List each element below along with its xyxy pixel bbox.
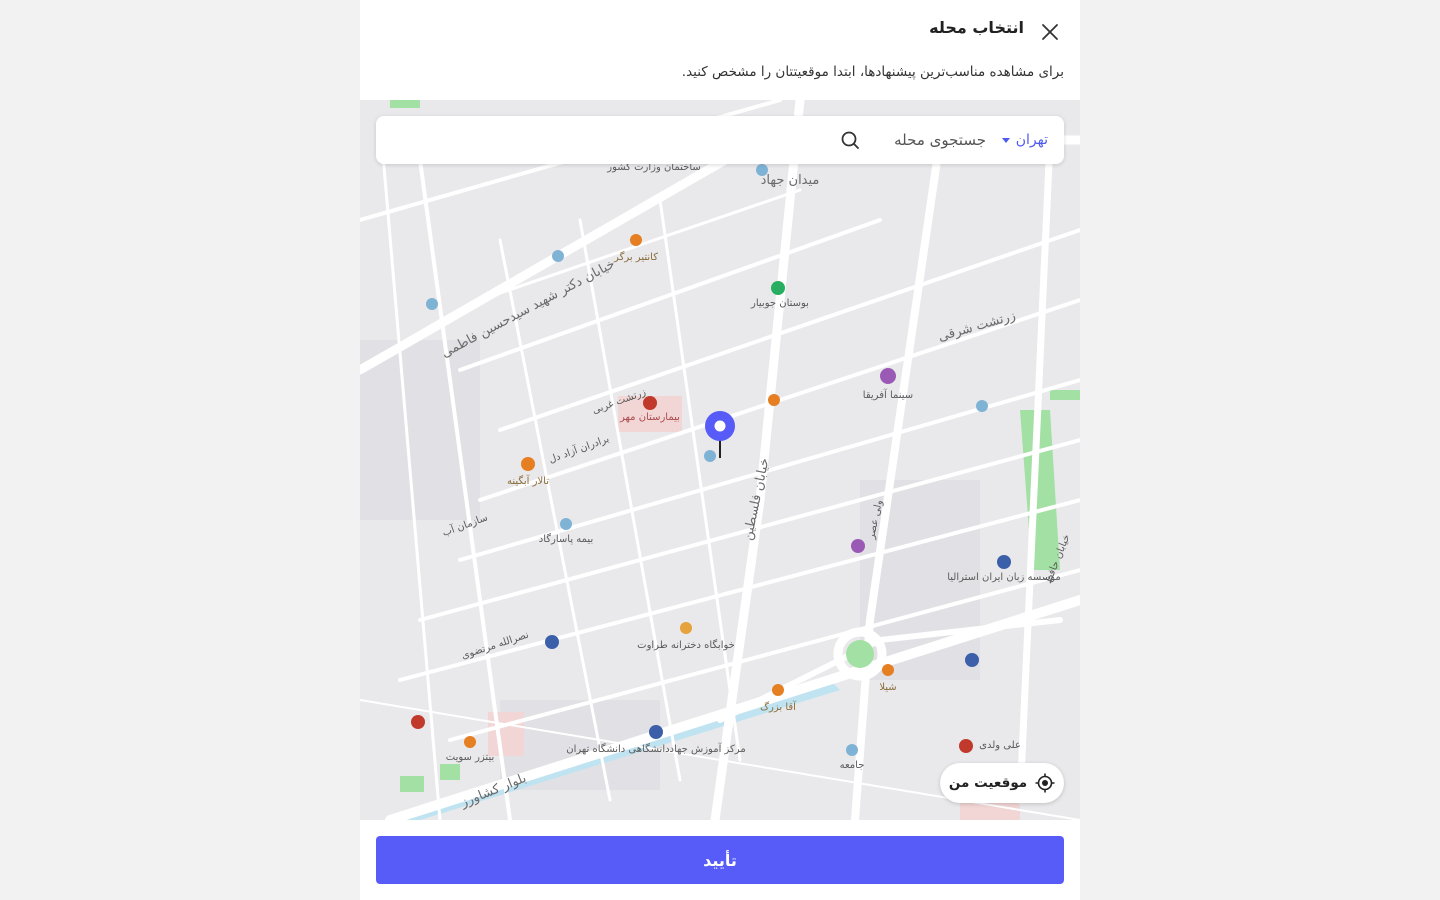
svg-text:خوابگاه دخترانه طراوت: خوابگاه دخترانه طراوت xyxy=(637,639,735,651)
svg-text:آقا بزرگ: آقا بزرگ xyxy=(760,700,797,713)
close-button[interactable] xyxy=(1038,20,1062,44)
city-dropdown[interactable]: تهران xyxy=(1001,130,1048,150)
svg-text:علی ولدی: علی ولدی xyxy=(979,740,1021,751)
map-pin-icon xyxy=(705,411,735,458)
dialog-title: انتخاب محله xyxy=(929,18,1024,37)
search-bar: تهران xyxy=(376,116,1064,164)
svg-text:تالار آبگینه: تالار آبگینه xyxy=(507,474,549,487)
map-view[interactable]: خیابان دکتر شهید سیدحسین فاطمی خیابان فل… xyxy=(360,100,1080,820)
search-input[interactable] xyxy=(864,130,988,150)
dialog-header: انتخاب محله xyxy=(360,0,1080,62)
svg-text:میدان جهاد: میدان جهاد xyxy=(761,173,820,188)
svg-text:جامعه: جامعه xyxy=(840,760,865,771)
city-label: تهران xyxy=(1015,132,1048,148)
crosshair-icon xyxy=(1035,773,1055,793)
chevron-down-icon xyxy=(1001,137,1010,143)
confirm-button[interactable]: تأیید xyxy=(376,836,1064,884)
svg-text:مرکز آموزش جهاددانشگاهی دانشگا: مرکز آموزش جهاددانشگاهی دانشگاه تهران xyxy=(566,742,745,755)
close-icon xyxy=(1042,24,1058,40)
search-icon xyxy=(841,131,859,149)
svg-text:بیمه پاسارگاد: بیمه پاسارگاد xyxy=(539,533,593,545)
svg-text:بوستان جوبیار: بوستان جوبیار xyxy=(750,298,809,309)
svg-text:کانتیر برگر: کانتیر برگر xyxy=(613,251,658,263)
my-location-label: موقعیت من xyxy=(948,775,1028,791)
svg-text:موسسه زبان ایران استرالیا: موسسه زبان ایران استرالیا xyxy=(947,572,1061,583)
svg-text:شیلا: شیلا xyxy=(879,682,896,693)
svg-text:بیتزر سویت: بیتزر سویت xyxy=(446,752,495,763)
neighborhood-dialog: انتخاب محله برای مشاهده مناسب‌ترین پیشنه… xyxy=(360,0,1080,900)
svg-text:سینما آفریقا: سینما آفریقا xyxy=(863,388,913,401)
location-pin[interactable] xyxy=(704,410,736,460)
my-location-button[interactable]: موقعیت من xyxy=(940,763,1064,803)
svg-text:بیمارستان مهر: بیمارستان مهر xyxy=(619,412,680,423)
dialog-subtitle: برای مشاهده مناسب‌ترین پیشنهادها، ابتدا … xyxy=(681,64,1064,80)
search-field xyxy=(840,128,988,152)
